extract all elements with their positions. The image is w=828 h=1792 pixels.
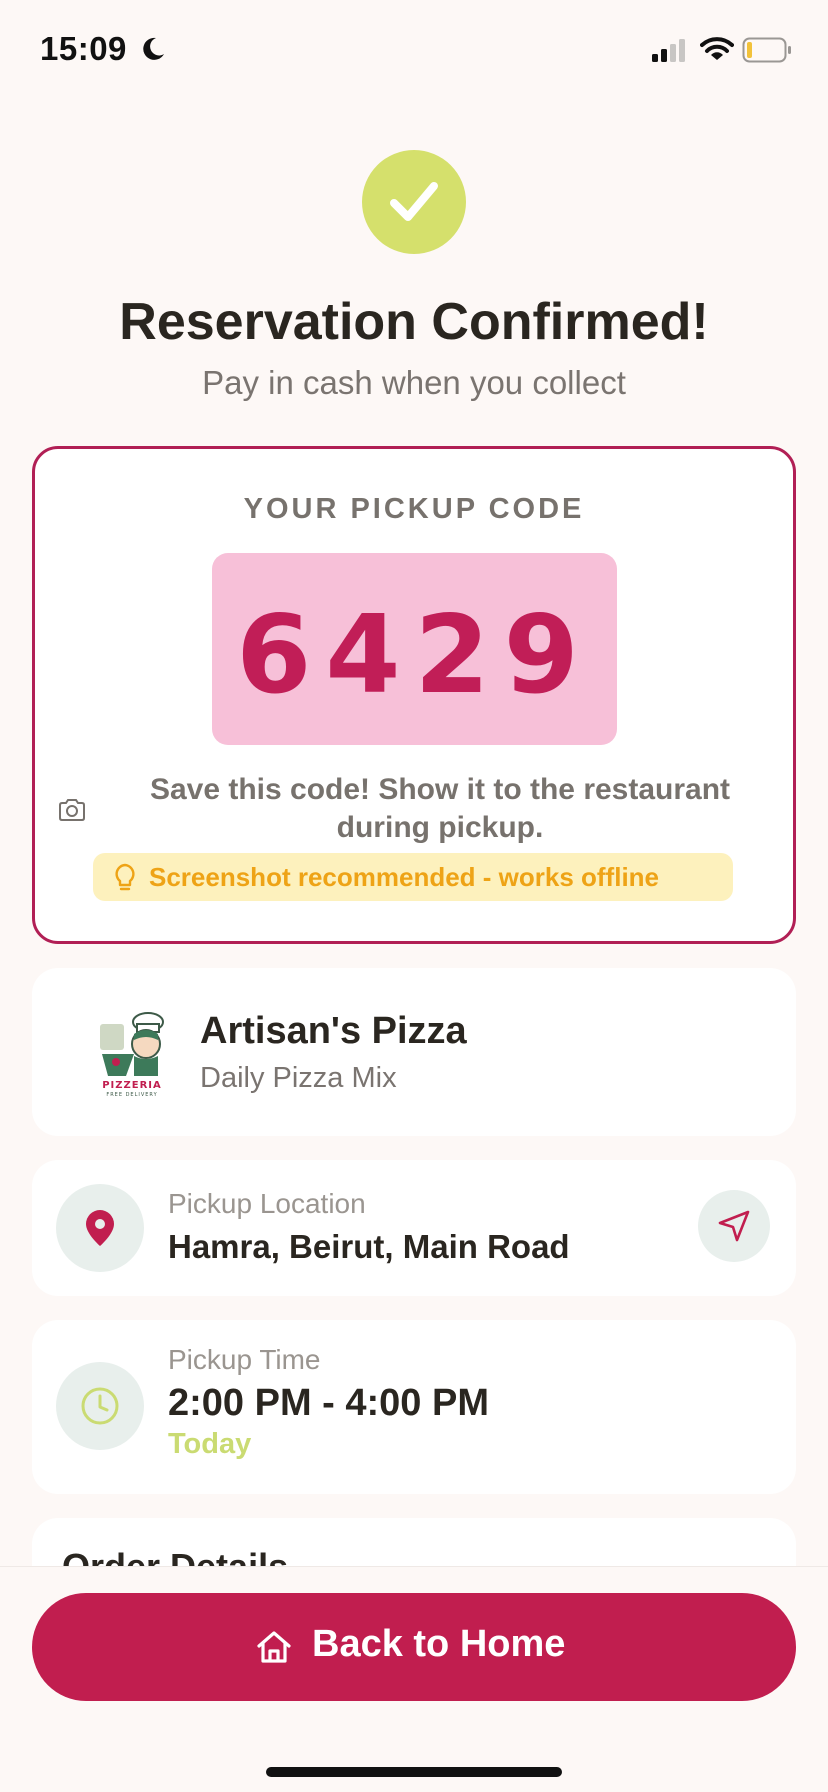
pickup-day: Today bbox=[168, 1428, 252, 1460]
logo-text: PIZZERIA bbox=[102, 1080, 162, 1091]
check-icon bbox=[390, 182, 438, 221]
home-icon bbox=[257, 1631, 291, 1663]
pickup-code-box: 6429 bbox=[212, 553, 617, 745]
bulb-icon bbox=[115, 863, 135, 891]
pickup-location-value: Hamra, Beirut, Main Road bbox=[168, 1228, 570, 1265]
screenshot-tip: Screenshot recommended - works offline bbox=[93, 853, 733, 901]
pickup-time-value: 2:00 PM - 4:00 PM bbox=[168, 1382, 489, 1424]
pickup-code-card: YOUR PICKUP CODE 6429 Save this code! Sh… bbox=[32, 446, 796, 944]
page-title: Reservation Confirmed! bbox=[119, 293, 709, 351]
back-to-home-button[interactable]: Back to Home bbox=[32, 1593, 796, 1701]
restaurant-item: Daily Pizza Mix bbox=[200, 1062, 397, 1094]
pickup-time-card: Pickup Time 2:00 PM - 4:00 PM Today bbox=[32, 1320, 796, 1494]
pickup-code-heading: YOUR PICKUP CODE bbox=[243, 493, 585, 525]
home-indicator bbox=[266, 1767, 562, 1777]
clock-icon-circle bbox=[56, 1362, 144, 1450]
restaurant-card[interactable]: PIZZERIA FREE DELIVERY Artisan's Pizza D… bbox=[32, 968, 796, 1136]
location-icon-circle bbox=[56, 1184, 144, 1272]
clock-icon bbox=[81, 1387, 119, 1425]
success-badge bbox=[362, 150, 466, 254]
restaurant-name: Artisan's Pizza bbox=[200, 1010, 467, 1052]
order-details-title: Order Details bbox=[62, 1546, 288, 1566]
back-to-home-label: Back to Home bbox=[312, 1623, 566, 1665]
bottom-bar: Back to Home bbox=[0, 1566, 828, 1792]
pickup-code-value: 6429 bbox=[236, 593, 593, 718]
order-details-card[interactable]: Order Details bbox=[32, 1518, 796, 1566]
camera-icon bbox=[59, 799, 85, 821]
pickup-location-card: Pickup Location Hamra, Beirut, Main Road bbox=[32, 1160, 796, 1296]
screenshot-tip-text: Screenshot recommended - works offline bbox=[149, 862, 660, 892]
page-subtitle: Pay in cash when you collect bbox=[202, 364, 626, 401]
location-pin-icon bbox=[86, 1210, 114, 1246]
pickup-code-instructions: Save this code! Show it to the restauran… bbox=[149, 773, 731, 844]
content-scroll[interactable]: Reservation Confirmed! Pay in cash when … bbox=[0, 0, 828, 1566]
pickup-location-label: Pickup Location bbox=[168, 1188, 366, 1219]
logo-subtext: FREE DELIVERY bbox=[106, 1092, 157, 1098]
restaurant-logo: PIZZERIA FREE DELIVERY bbox=[100, 1012, 164, 1098]
pickup-time-label: Pickup Time bbox=[168, 1344, 321, 1375]
navigate-button[interactable] bbox=[698, 1190, 770, 1262]
navigation-arrow-icon bbox=[718, 1210, 750, 1242]
